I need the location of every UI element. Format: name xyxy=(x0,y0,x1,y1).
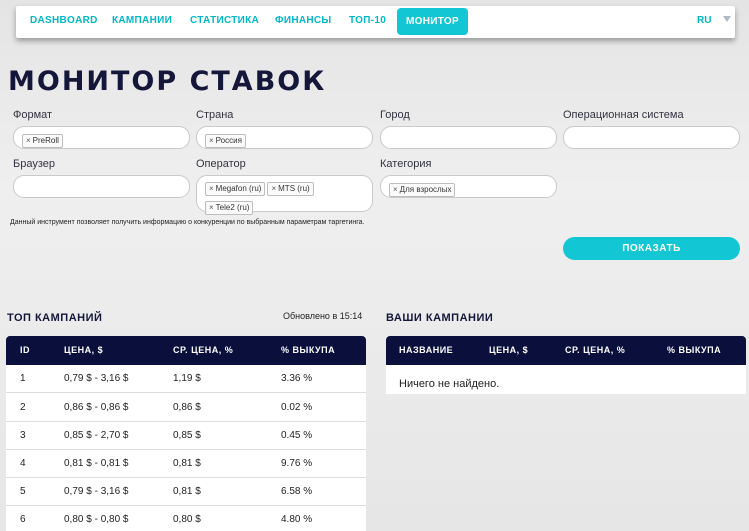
column-header[interactable]: СР. ЦЕНА, % xyxy=(173,336,233,365)
your-campaigns-title: ВАШИ КАМПАНИИ xyxy=(386,312,494,324)
remove-tag-icon[interactable]: × xyxy=(26,136,31,145)
cell-buyout: 0.02 % xyxy=(281,402,313,413)
cell-id: 3 xyxy=(20,430,26,441)
operator-label: Оператор xyxy=(196,158,246,170)
top-campaigns-title: ТОП КАМПАНИЙ xyxy=(7,312,103,324)
cell-buyout: 9.76 % xyxy=(281,458,313,469)
os-select[interactable] xyxy=(563,126,740,149)
column-header[interactable]: ЦЕНА, $ xyxy=(64,336,103,365)
format-label: Формат xyxy=(13,109,53,121)
remove-tag-icon[interactable]: × xyxy=(209,184,214,193)
city-select[interactable] xyxy=(380,126,557,149)
operator-select[interactable]: × Megafon (ru) × MTS (ru) × Tele2 (ru) xyxy=(196,175,373,215)
cell-buyout: 0.45 % xyxy=(281,430,313,441)
column-header[interactable]: ЦЕНА, $ xyxy=(489,336,528,365)
empty-state: Ничего не найдено. xyxy=(399,378,500,390)
nav-finances[interactable]: ФИНАНСЫ xyxy=(275,6,332,38)
cell-id: 5 xyxy=(20,486,26,497)
cell-price: 0,81 $ - 0,81 $ xyxy=(64,458,129,469)
browser-select[interactable] xyxy=(13,175,190,198)
city-label: Город xyxy=(380,109,410,121)
nav-statistics[interactable]: СТАТИСТИКА xyxy=(190,6,259,38)
cell-avg-price: 0,81 $ xyxy=(173,458,201,469)
cell-price: 0,80 $ - 0,80 $ xyxy=(64,514,129,525)
cell-buyout: 4.80 % xyxy=(281,514,313,525)
nav-top10[interactable]: ТОП-10 xyxy=(349,6,386,38)
cell-buyout: 6.58 % xyxy=(281,486,313,497)
category-select[interactable]: × Для взрослых xyxy=(380,175,557,198)
cell-avg-price: 1,19 $ xyxy=(173,373,201,384)
cell-avg-price: 0,81 $ xyxy=(173,486,201,497)
browser-label: Браузер xyxy=(13,158,55,170)
table-row: 2 0,86 $ - 0,86 $ 0,86 $ 0.02 % xyxy=(6,394,366,422)
language-selector[interactable]: RU xyxy=(697,6,711,38)
format-tag[interactable]: × PreRoll xyxy=(22,134,63,148)
table-row: 5 0,79 $ - 3,16 $ 0,81 $ 6.58 % xyxy=(6,478,366,506)
country-select[interactable]: × Россия xyxy=(196,126,373,149)
cell-avg-price: 0,80 $ xyxy=(173,514,201,525)
show-button[interactable]: ПОКАЗАТЬ xyxy=(563,237,740,260)
top-nav: DASHBOARD КАМПАНИИ СТАТИСТИКА ФИНАНСЫ ТО… xyxy=(16,6,735,38)
cell-price: 0,85 $ - 2,70 $ xyxy=(64,430,129,441)
table-row: 6 0,80 $ - 0,80 $ 0,80 $ 4.80 % xyxy=(6,506,366,531)
column-header[interactable]: % ВЫКУПА xyxy=(667,336,721,365)
column-header[interactable]: НАЗВАНИЕ xyxy=(399,336,453,365)
cell-avg-price: 0,85 $ xyxy=(173,430,201,441)
column-header[interactable]: ID xyxy=(20,336,30,365)
cell-buyout: 3.36 % xyxy=(281,373,313,384)
operator-tag[interactable]: × MTS (ru) xyxy=(267,182,314,196)
column-header[interactable]: % ВЫКУПА xyxy=(281,336,335,365)
cell-price: 0,86 $ - 0,86 $ xyxy=(64,402,129,413)
category-label: Категория xyxy=(380,158,432,170)
table-row: 4 0,81 $ - 0,81 $ 0,81 $ 9.76 % xyxy=(6,450,366,478)
format-select[interactable]: × PreRoll xyxy=(13,126,190,149)
cell-id: 4 xyxy=(20,458,26,469)
cell-id: 2 xyxy=(20,402,26,413)
nav-campaigns[interactable]: КАМПАНИИ xyxy=(112,6,172,38)
os-label: Операционная система xyxy=(563,109,684,121)
table-header: ID ЦЕНА, $ СР. ЦЕНА, % % ВЫКУПА xyxy=(6,336,366,365)
info-note: Данный инструмент позволяет получить инф… xyxy=(10,219,365,226)
cell-price: 0,79 $ - 3,16 $ xyxy=(64,373,129,384)
column-header[interactable]: СР. ЦЕНА, % xyxy=(565,336,625,365)
nav-monitor[interactable]: МОНИТОР xyxy=(397,8,468,35)
table-header: НАЗВАНИЕ ЦЕНА, $ СР. ЦЕНА, % % ВЫКУПА xyxy=(386,336,746,365)
cell-price: 0,79 $ - 3,16 $ xyxy=(64,486,129,497)
category-tag[interactable]: × Для взрослых xyxy=(389,183,456,197)
remove-tag-icon[interactable]: × xyxy=(271,184,276,193)
remove-tag-icon[interactable]: × xyxy=(209,203,214,212)
cell-id: 1 xyxy=(20,373,26,384)
page-title: МОНИТОР СТАВОК xyxy=(8,66,327,97)
cell-avg-price: 0,86 $ xyxy=(173,402,201,413)
remove-tag-icon[interactable]: × xyxy=(209,136,214,145)
nav-dashboard[interactable]: DASHBOARD xyxy=(30,6,98,38)
operator-tag[interactable]: × Megafon (ru) xyxy=(205,182,266,196)
table-row: 1 0,79 $ - 3,16 $ 1,19 $ 3.36 % xyxy=(6,365,366,393)
remove-tag-icon[interactable]: × xyxy=(393,185,398,194)
operator-tag[interactable]: × Tele2 (ru) xyxy=(205,201,254,215)
chevron-down-icon[interactable] xyxy=(723,16,731,22)
country-label: Страна xyxy=(196,109,234,121)
table-row: 3 0,85 $ - 2,70 $ 0,85 $ 0.45 % xyxy=(6,422,366,450)
country-tag[interactable]: × Россия xyxy=(205,134,246,148)
cell-id: 6 xyxy=(20,514,26,525)
updated-time: Обновлено в 15:14 xyxy=(283,311,363,321)
top-campaigns-table: ID ЦЕНА, $ СР. ЦЕНА, % % ВЫКУПА 1 0,79 $… xyxy=(6,336,366,531)
